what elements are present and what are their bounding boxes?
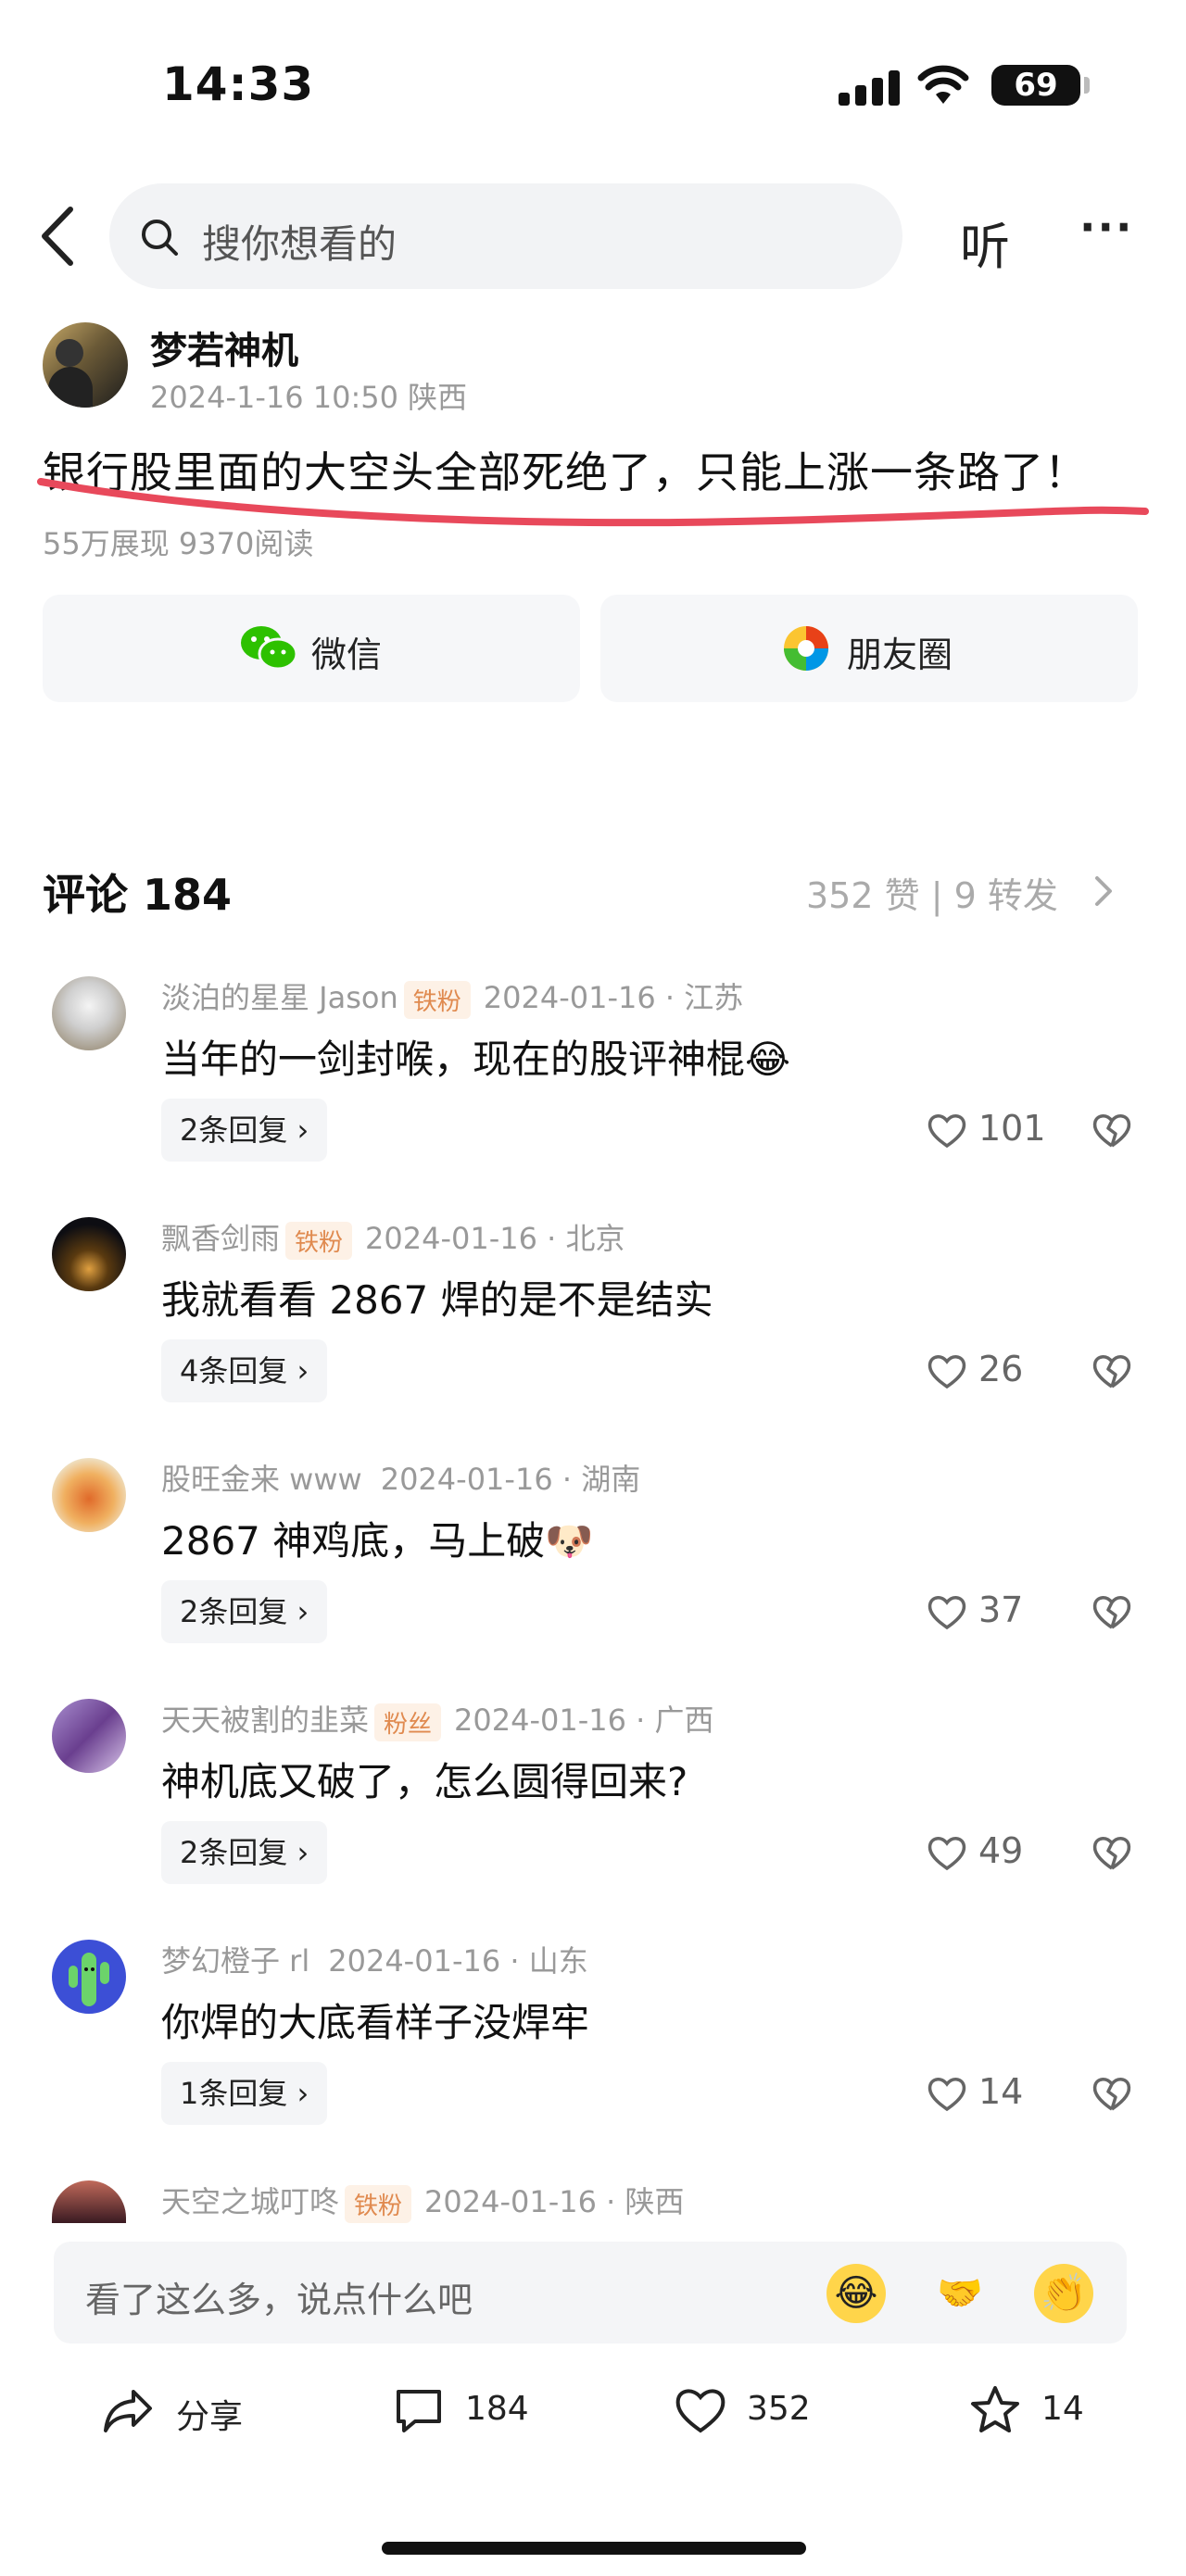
chevron-right-icon[interactable] (1093, 874, 1116, 908)
commenter-avatar[interactable] (52, 2180, 126, 2223)
post-meta: 2024-1-16 10:50 陕西 (150, 380, 468, 415)
handshake-emoji-button[interactable]: 🤝 (930, 2264, 990, 2323)
comment-meta: 2024-01-16 · 北京 (365, 1221, 625, 1256)
broken-heart-dislike-icon[interactable] (1091, 1352, 1132, 1389)
fan-badge: 粉丝 (374, 1703, 442, 1741)
heart-like-icon[interactable] (927, 1112, 967, 1149)
like-count: 49 (978, 1830, 1024, 1871)
fan-badge: 铁粉 (403, 980, 471, 1019)
share-wechat-label: 微信 (311, 635, 383, 675)
commenter-name[interactable]: 淡泊的星星 Jason (161, 980, 398, 1015)
broken-heart-dislike-icon[interactable] (1091, 2075, 1132, 2112)
commenter-avatar[interactable] (52, 1940, 126, 2014)
commenter-name[interactable]: 天天被割的韭菜 (161, 1703, 369, 1738)
view-replies-button[interactable]: 2条回复 › (161, 1580, 328, 1643)
view-replies-button[interactable]: 2条回复 › (161, 1821, 328, 1884)
like-total[interactable]: 352 (747, 2390, 811, 2428)
laugh-cry-emoji-button[interactable]: 😂 (826, 2264, 886, 2323)
share-wechat-button[interactable]: 微信 (43, 595, 580, 702)
replies-label: 1条回复 (180, 2076, 288, 2111)
comment-meta: 2024-01-16 · 江苏 (483, 980, 744, 1015)
share-moments-button[interactable]: 朋友圈 (600, 595, 1138, 702)
comment-text: 2867 神鸡底，马上破🐶 (161, 1510, 594, 1566)
battery-indicator: 69 (991, 65, 1090, 106)
broken-heart-dislike-icon[interactable] (1091, 1593, 1132, 1630)
star-icon[interactable] (969, 2384, 1021, 2436)
search-icon (142, 220, 178, 256)
share-moments-label: 朋友圈 (847, 635, 953, 675)
like-count: 14 (978, 2071, 1024, 2112)
comment-body: 当年的一剑封喉，现在的股评神棍 (161, 1037, 746, 1082)
comment-icon[interactable] (393, 2384, 445, 2436)
comment-meta: 2024-01-16 · 湖南 (380, 1462, 641, 1497)
view-replies-button[interactable]: 4条回复 › (161, 1339, 328, 1402)
share-icon[interactable] (102, 2384, 154, 2436)
comment-count[interactable]: 184 (465, 2390, 529, 2428)
comment-input-placeholder[interactable]: 看了这么多，说点什么吧 (85, 2271, 473, 2322)
comment-text: 神机底又破了，怎么圆得回来? (161, 1759, 688, 1804)
view-replies-button[interactable]: 1条回复 › (161, 2062, 328, 2125)
home-indicator[interactable] (382, 2542, 806, 2555)
more-menu-button[interactable]: ··· (1079, 202, 1133, 252)
status-time: 14:33 (162, 57, 315, 111)
commenter-avatar[interactable] (52, 1699, 126, 1773)
commenter-name[interactable]: 飘香剑雨 (161, 1221, 280, 1256)
listen-button[interactable]: 听 (960, 206, 1010, 279)
fan-badge: 铁粉 (345, 2184, 412, 2223)
comments-title: 评论 184 (43, 870, 233, 920)
comment-header: 飘香剑雨 铁粉 2024-01-16 · 北京 (161, 1215, 625, 1260)
comment-text: 我就看看 2867 焊的是不是结实 (161, 1277, 713, 1323)
view-replies-button[interactable]: 2条回复 › (161, 1099, 328, 1162)
cellular-signal-icon (839, 69, 903, 106)
commenter-name[interactable]: 梦幻橙子 rl (161, 1943, 309, 1979)
commenter-avatar[interactable] (52, 1217, 126, 1291)
heart-like-icon[interactable] (927, 2075, 967, 2112)
commenter-name[interactable]: 天空之城叮咚 (161, 2184, 339, 2219)
cactus-icon (69, 1953, 109, 2006)
comments-stats[interactable]: 352 赞 | 9 转发 (806, 867, 1058, 918)
heart-like-icon[interactable] (927, 1593, 967, 1630)
heart-icon[interactable] (675, 2384, 726, 2436)
comment-header: 天天被割的韭菜 粉丝 2024-01-16 · 广西 (161, 1697, 714, 1741)
replies-label: 2条回复 (180, 1835, 288, 1870)
comment-header: 天空之城叮咚 铁粉 2024-01-16 · 陕西 (161, 2179, 685, 2223)
like-count: 26 (978, 1349, 1024, 1389)
heart-like-icon[interactable] (927, 1352, 967, 1389)
comment-header: 梦幻橙子 rl 2024-01-16 · 山东 (161, 1938, 588, 1980)
wechat-icon (241, 626, 298, 671)
doge-emoji: 🐶 (545, 1518, 594, 1564)
comment-meta: 2024-01-16 · 陕西 (424, 2184, 685, 2219)
heart-like-icon[interactable] (927, 1834, 967, 1871)
replies-label: 2条回复 (180, 1594, 288, 1629)
comment-header: 股旺金来 www 2024-01-16 · 湖南 (161, 1456, 640, 1499)
commenter-name[interactable]: 股旺金来 www (161, 1462, 362, 1497)
comment-header: 淡泊的星星 Jason 铁粉 2024-01-16 · 江苏 (161, 974, 743, 1019)
comment-meta: 2024-01-16 · 山东 (328, 1943, 588, 1979)
comment-body: 2867 神鸡底，马上破 (161, 1518, 546, 1564)
search-placeholder[interactable]: 搜你想看的 (202, 213, 397, 270)
wifi-icon (917, 65, 969, 104)
commenter-avatar[interactable] (52, 1458, 126, 1532)
comment-text: 你焊的大底看样子没焊牢 (161, 2000, 590, 2045)
clap-emoji-button[interactable]: 👏 (1034, 2264, 1093, 2323)
commenter-avatar[interactable] (52, 976, 126, 1050)
like-count: 37 (978, 1590, 1024, 1630)
author-name[interactable]: 梦若神机 (150, 320, 298, 374)
broken-heart-dislike-icon[interactable] (1091, 1112, 1132, 1149)
like-count: 101 (978, 1108, 1046, 1149)
share-label[interactable]: 分享 (176, 2390, 243, 2438)
comment-text: 当年的一剑封喉，现在的股评神棍😂 (161, 1028, 790, 1085)
replies-label: 4条回复 (180, 1353, 288, 1389)
replies-label: 2条回复 (180, 1112, 288, 1148)
back-arrow-icon[interactable] (39, 206, 76, 267)
laugh-cry-emoji: 😂 (745, 1037, 791, 1082)
author-avatar[interactable] (43, 322, 128, 408)
fan-badge: 铁粉 (285, 1221, 353, 1260)
favorite-count[interactable]: 14 (1041, 2390, 1084, 2428)
moments-aperture-icon (784, 626, 828, 671)
comment-meta: 2024-01-16 · 广西 (454, 1703, 714, 1738)
post-stats: 55万展现 9370阅读 (43, 526, 314, 561)
broken-heart-dislike-icon[interactable] (1091, 1834, 1132, 1871)
